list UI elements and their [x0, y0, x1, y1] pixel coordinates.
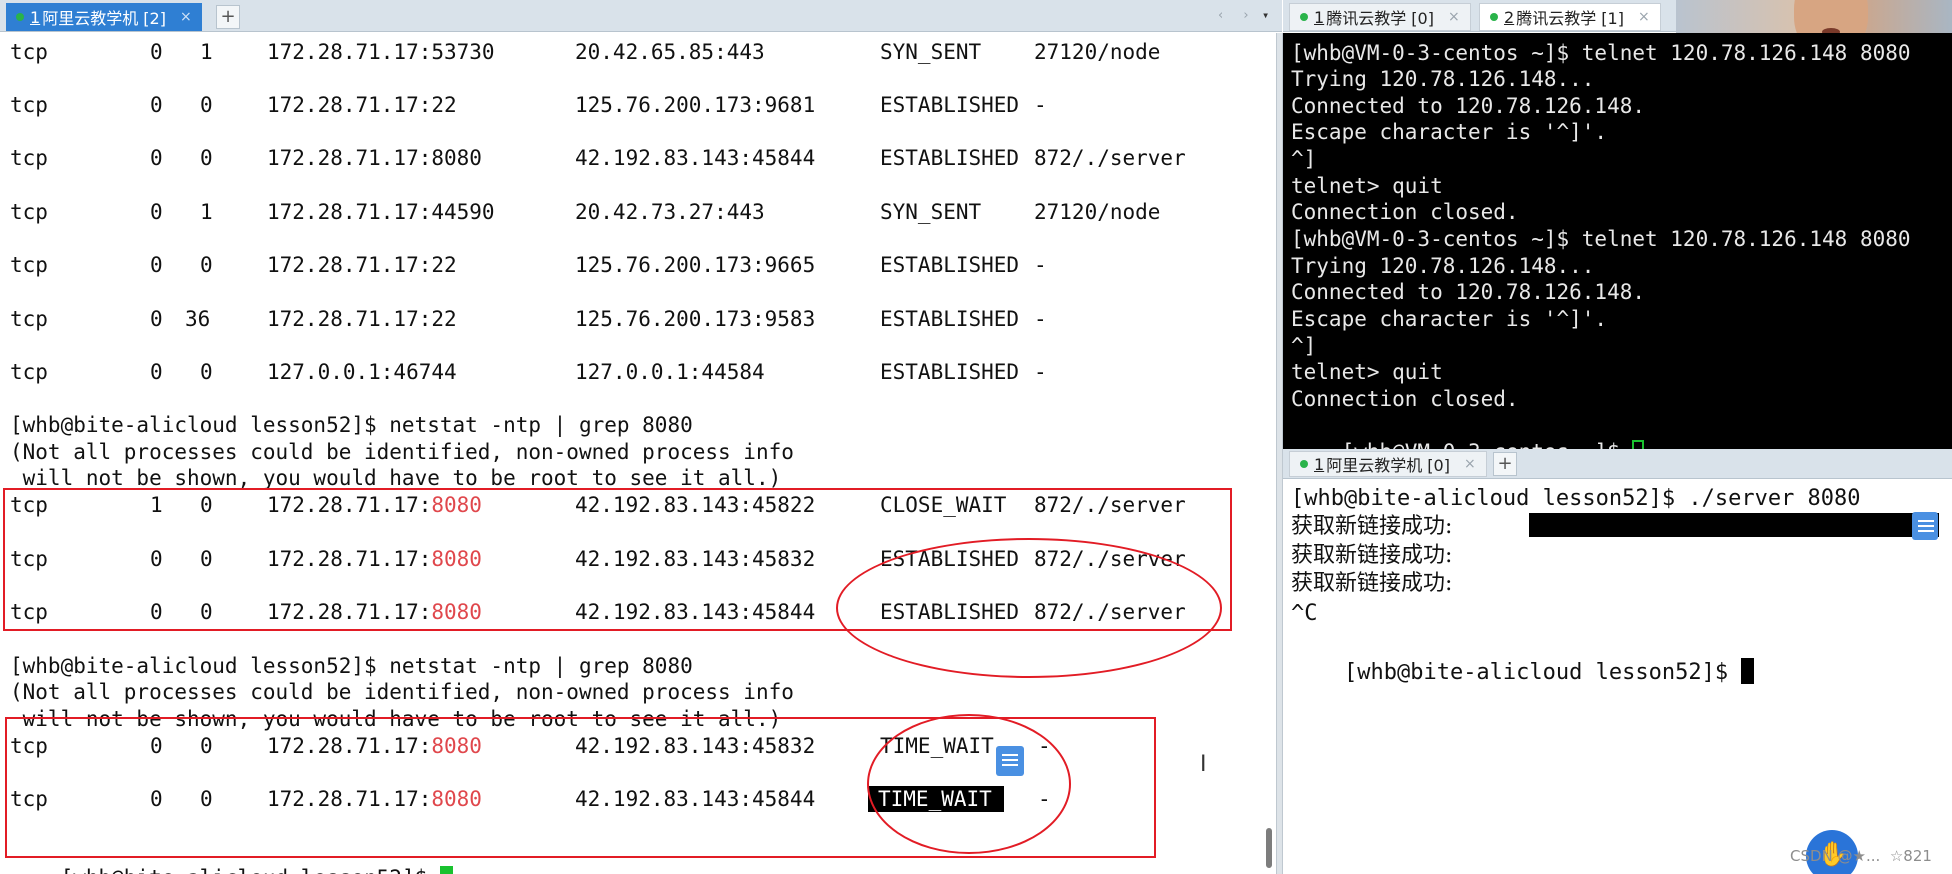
terminal-cursor	[439, 866, 453, 874]
command-line: [whb@bite-alicloud lesson52]$ netstat -n…	[10, 654, 693, 678]
terminal-line: Trying 120.78.126.148...	[1291, 254, 1595, 278]
right-top-terminal[interactable]: [whb@VM-0-3-centos ~]$ telnet 120.78.126…	[1283, 33, 1952, 449]
command-line: [whb@bite-alicloud lesson52]$ netstat -n…	[10, 413, 693, 437]
status-dot-icon	[16, 13, 24, 21]
text-cursor-icon: I	[1200, 752, 1207, 777]
terminal-line: ^]	[1291, 334, 1317, 358]
netstat-row: tcp 0 0 172.28.71.17:22 125.76.200.173:9665 E…	[10, 253, 1047, 277]
tab-label: 阿里云教学机 [0]	[1326, 456, 1450, 475]
warning-line: (Not all processes could be identified, …	[10, 440, 794, 464]
pane-divider[interactable]	[1276, 33, 1283, 874]
chevron-down-icon[interactable]: ▾	[1262, 8, 1269, 22]
netstat-row: tcp 0 1 172.28.71.17:53730 20.42.65.85:443 SY…	[10, 40, 1161, 64]
status-dot-icon	[1300, 13, 1308, 21]
terminal-line: telnet> quit	[1291, 174, 1443, 198]
annotation-ellipse	[836, 538, 1222, 678]
annotation-ellipse	[867, 714, 1071, 854]
terminal-line: Escape character is '^]'.	[1291, 307, 1608, 331]
add-tab-button[interactable]: +	[216, 5, 240, 29]
netstat-row: tcp 0 1 172.28.71.17:44590 20.42.73.27:443 SY…	[10, 200, 1161, 224]
tab-tencent-0[interactable]: 1 腾讯云教学 [0] ×	[1289, 3, 1471, 31]
terminal-cursor	[1632, 440, 1645, 449]
tab-label: 腾讯云教学 [1]	[1516, 9, 1624, 28]
terminal-line: [whb@VM-0-3-centos ~]$ telnet 120.78.126…	[1291, 41, 1911, 65]
right-bottom-terminal[interactable]: [whb@bite-alicloud lesson52]$ ./server 8…	[1283, 480, 1952, 874]
watermark: CSDN @★... ☆821	[1790, 847, 1932, 865]
command-line: [whb@bite-alicloud lesson52]$ ./server 8…	[1291, 486, 1861, 511]
netstat-row: tcp 0 36 172.28.71.17:22 125.76.200.173:9583…	[10, 307, 1047, 331]
warning-line: (Not all processes could be identified, …	[10, 680, 794, 704]
output-line: ^C	[1291, 601, 1318, 626]
tab-aliyun-0[interactable]: 1 阿里云教学机 [0] ×	[1289, 451, 1487, 477]
tab-label: 腾讯云教学 [0]	[1326, 9, 1434, 28]
right-bottom-tab-bar: 1 阿里云教学机 [0] × +	[1283, 449, 1952, 479]
tab-label: 阿里云教学机 [2]	[42, 9, 166, 28]
scrollbar[interactable]	[1266, 828, 1272, 868]
status-dot-icon	[1300, 460, 1308, 468]
netstat-row: tcp 0 0 172.28.71.17:8080 42.192.83.143:4584…	[10, 146, 1186, 170]
tab-aliyun-2[interactable]: 1 阿里云教学机 [2] ×	[6, 3, 202, 31]
close-icon[interactable]: ×	[180, 9, 192, 25]
document-icon[interactable]	[1912, 512, 1938, 540]
terminal-line: Trying 120.78.126.148...	[1291, 67, 1595, 91]
terminal-cursor	[1741, 658, 1755, 684]
close-icon[interactable]: ×	[1448, 9, 1460, 25]
close-icon[interactable]: ×	[1638, 9, 1650, 25]
terminal-line: [whb@VM-0-3-centos ~]$ telnet 120.78.126…	[1291, 227, 1911, 251]
output-line: 获取新链接成功:	[1291, 514, 1453, 539]
tab-number: 1	[1314, 7, 1325, 27]
output-line: 获取新链接成功:	[1291, 571, 1453, 596]
output-line: 获取新链接成功:	[1291, 543, 1453, 568]
close-icon[interactable]: ×	[1464, 456, 1476, 472]
terminal-line: Connection closed.	[1291, 387, 1519, 411]
terminal-line: Connected to 120.78.126.148.	[1291, 280, 1646, 304]
add-tab-button[interactable]: +	[1493, 452, 1517, 476]
terminal-line: Connected to 120.78.126.148.	[1291, 94, 1646, 118]
status-dot-icon	[1490, 13, 1498, 21]
tab-number: 1	[30, 7, 41, 27]
document-icon[interactable]	[996, 746, 1024, 776]
tab-number: 2	[1504, 7, 1515, 27]
terminal-line: ^]	[1291, 147, 1317, 171]
terminal-line: Escape character is '^]'.	[1291, 120, 1608, 144]
tab-number: 1	[1314, 454, 1325, 474]
tab-tencent-1[interactable]: 2 腾讯云教学 [1] ×	[1479, 3, 1661, 31]
prompt-line[interactable]: [whb@VM-0-3-centos ~]$	[1291, 412, 1645, 449]
netstat-row: tcp 0 0 127.0.0.1:46744 127.0.0.1:44584 ESTAB…	[10, 360, 1047, 384]
terminal-line: telnet> quit	[1291, 360, 1443, 384]
terminal-line: Connection closed.	[1291, 200, 1519, 224]
left-terminal[interactable]: tcp 0 1 172.28.71.17:53730 20.42.65.85:443 SY…	[0, 33, 1282, 874]
left-tab-bar: 1 阿里云教学机 [2] × + ‹ › ▾	[0, 0, 1282, 32]
redacted-bar	[1529, 513, 1939, 537]
prompt-line[interactable]: [whb@bite-alicloud lesson52]$	[1291, 630, 1755, 685]
tab-scroll-arrows-icon[interactable]: ‹ ›	[1218, 8, 1257, 23]
netstat-row: tcp 0 0 172.28.71.17:22 125.76.200.173:9681 E…	[10, 93, 1047, 117]
